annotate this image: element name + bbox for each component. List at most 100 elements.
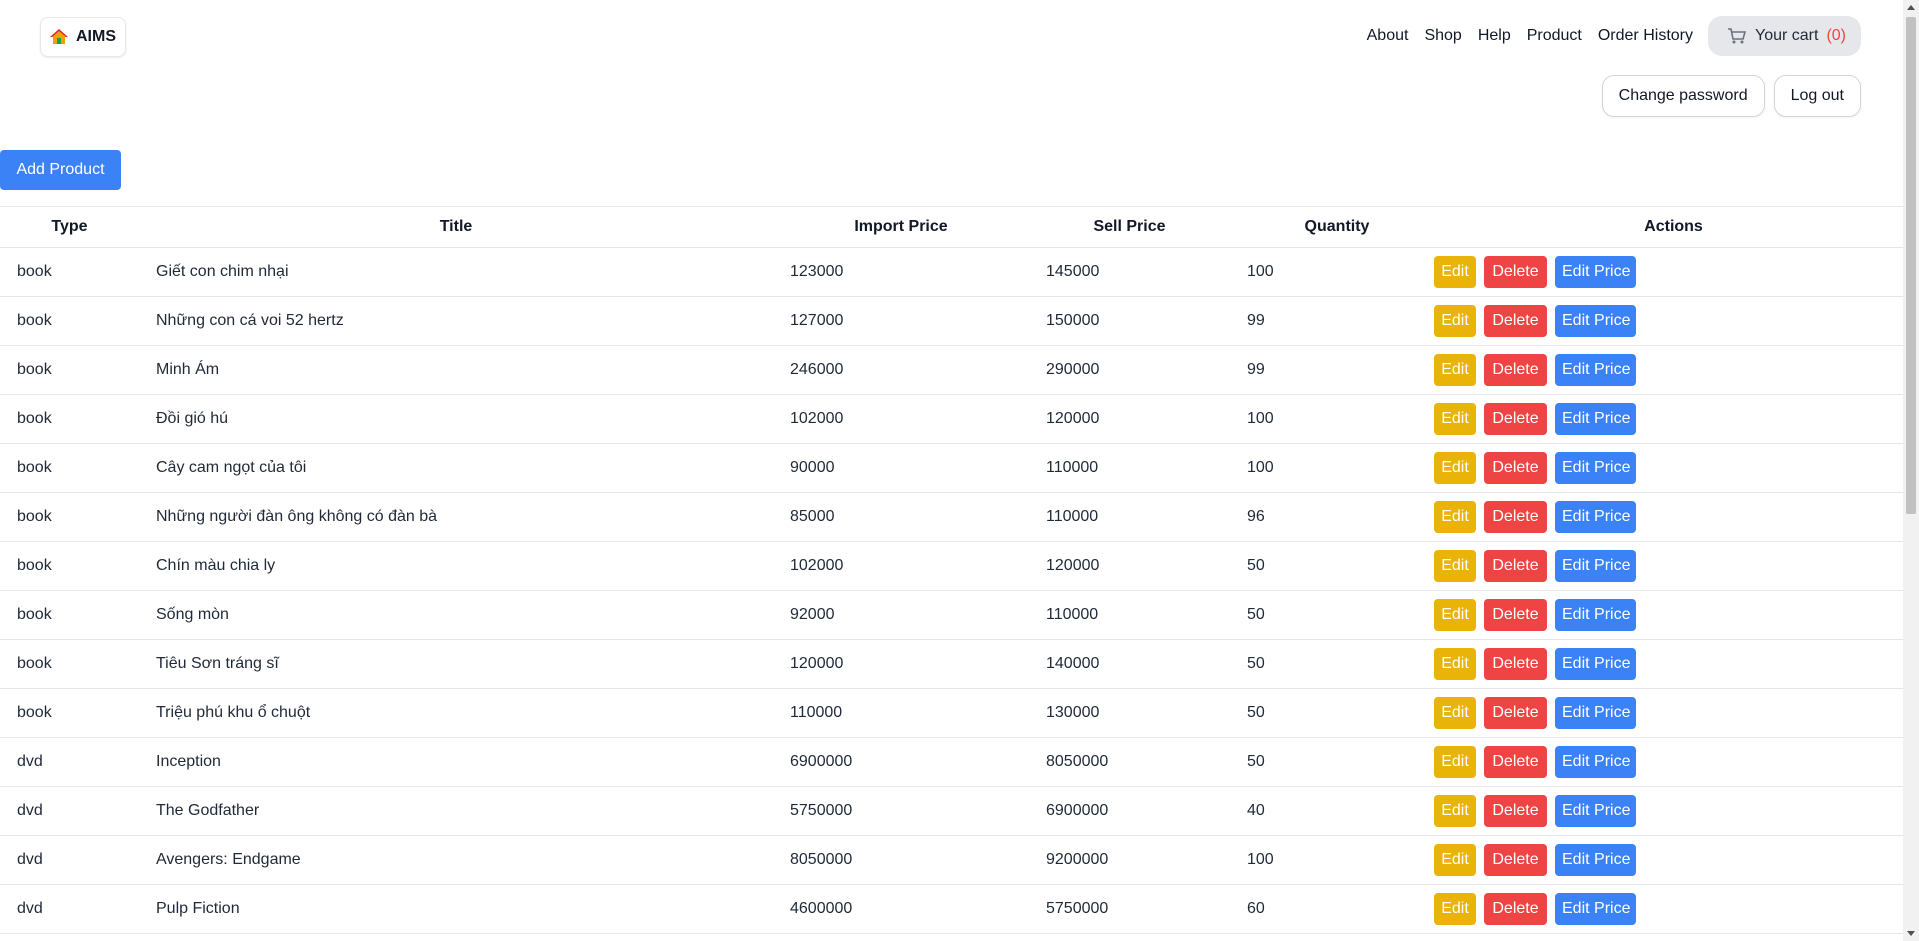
edit-button[interactable]: Edit — [1434, 501, 1476, 533]
cell-sell-price: 5750000 — [1029, 884, 1230, 934]
edit-button[interactable]: Edit — [1434, 403, 1476, 435]
cell-type: book — [0, 492, 139, 542]
nav-about[interactable]: About — [1367, 27, 1409, 45]
edit-button[interactable]: Edit — [1434, 844, 1476, 876]
edit-price-button[interactable]: Edit Price — [1555, 844, 1636, 876]
page-scrollbar[interactable] — [1903, 0, 1919, 941]
cell-actions: Edit Delete Edit Price — [1434, 443, 1903, 493]
product-table-container: Type Title Import Price Sell Price Quant… — [0, 206, 1903, 934]
row-actions: Edit Delete Edit Price — [1434, 403, 1903, 435]
page: AIMS About Shop Help Product Order Histo… — [0, 0, 1903, 941]
table-row: book Triệu phú khu ổ chuột 110000 130000 50 E… — [0, 688, 1903, 738]
delete-button[interactable]: Delete — [1484, 354, 1547, 386]
edit-button[interactable]: Edit — [1434, 795, 1476, 827]
edit-button[interactable]: Edit — [1434, 452, 1476, 484]
delete-button[interactable]: Delete — [1484, 501, 1547, 533]
row-actions: Edit Delete Edit Price — [1434, 746, 1903, 778]
cell-actions: Edit Delete Edit Price — [1434, 835, 1903, 885]
edit-price-button[interactable]: Edit Price — [1555, 795, 1636, 827]
table-row: book Những người đàn ông không có đàn bà 8… — [0, 492, 1903, 542]
account-actions: Change password Log out — [1601, 75, 1861, 117]
table-row: book Giết con chim nhại 123000 145000 100 Edi… — [0, 247, 1903, 297]
scroll-down-arrow[interactable] — [1907, 931, 1915, 936]
edit-button[interactable]: Edit — [1434, 746, 1476, 778]
edit-price-button[interactable]: Edit Price — [1555, 599, 1636, 631]
delete-button[interactable]: Delete — [1484, 746, 1547, 778]
home-logo-link[interactable]: AIMS — [40, 17, 126, 57]
cell-title: Pulp Fiction — [139, 884, 773, 934]
edit-price-button[interactable]: Edit Price — [1555, 256, 1636, 288]
scroll-thumb[interactable] — [1906, 17, 1916, 514]
cell-import-price: 246000 — [773, 345, 1029, 395]
delete-button[interactable]: Delete — [1484, 256, 1547, 288]
cell-sell-price: 290000 — [1029, 345, 1230, 395]
nav-shop[interactable]: Shop — [1424, 27, 1461, 45]
delete-button[interactable]: Delete — [1484, 452, 1547, 484]
scroll-up-arrow[interactable] — [1907, 5, 1915, 10]
cell-actions: Edit Delete Edit Price — [1434, 492, 1903, 542]
nav-help[interactable]: Help — [1478, 27, 1511, 45]
edit-button[interactable]: Edit — [1434, 354, 1476, 386]
nav-order-history[interactable]: Order History — [1598, 27, 1693, 45]
edit-price-button[interactable]: Edit Price — [1555, 697, 1636, 729]
table-header-row: Type Title Import Price Sell Price Quant… — [0, 206, 1903, 248]
delete-button[interactable]: Delete — [1484, 697, 1547, 729]
row-actions: Edit Delete Edit Price — [1434, 501, 1903, 533]
edit-button[interactable]: Edit — [1434, 599, 1476, 631]
header-type: Type — [0, 206, 139, 248]
cell-quantity: 100 — [1230, 247, 1444, 297]
delete-button[interactable]: Delete — [1484, 648, 1547, 680]
delete-button[interactable]: Delete — [1484, 403, 1547, 435]
cell-type: dvd — [0, 786, 139, 836]
add-product-button[interactable]: Add Product — [0, 150, 121, 190]
cell-quantity: 50 — [1230, 590, 1444, 640]
edit-price-button[interactable]: Edit Price — [1555, 648, 1636, 680]
cell-import-price: 123000 — [773, 247, 1029, 297]
cell-title: Sống mòn — [139, 590, 773, 640]
cell-type: book — [0, 541, 139, 591]
edit-button[interactable]: Edit — [1434, 305, 1476, 337]
cell-type: dvd — [0, 835, 139, 885]
cell-title: Cây cam ngọt của tôi — [139, 443, 773, 493]
edit-price-button[interactable]: Edit Price — [1555, 354, 1636, 386]
edit-button[interactable]: Edit — [1434, 648, 1476, 680]
change-password-button[interactable]: Change password — [1601, 75, 1765, 117]
logout-button[interactable]: Log out — [1773, 75, 1861, 117]
cart-button[interactable]: Your cart (0) — [1707, 16, 1861, 56]
cell-actions: Edit Delete Edit Price — [1434, 737, 1903, 787]
delete-button[interactable]: Delete — [1484, 599, 1547, 631]
edit-price-button[interactable]: Edit Price — [1555, 305, 1636, 337]
cell-import-price: 4600000 — [773, 884, 1029, 934]
cell-sell-price: 110000 — [1029, 590, 1230, 640]
edit-price-button[interactable]: Edit Price — [1555, 893, 1636, 925]
row-actions: Edit Delete Edit Price — [1434, 256, 1903, 288]
delete-button[interactable]: Delete — [1484, 305, 1547, 337]
cell-actions: Edit Delete Edit Price — [1434, 884, 1903, 934]
delete-button[interactable]: Delete — [1484, 893, 1547, 925]
delete-button[interactable]: Delete — [1484, 550, 1547, 582]
edit-price-button[interactable]: Edit Price — [1555, 746, 1636, 778]
edit-price-button[interactable]: Edit Price — [1555, 550, 1636, 582]
edit-button[interactable]: Edit — [1434, 256, 1476, 288]
cell-title: Triệu phú khu ổ chuột — [139, 688, 773, 738]
row-actions: Edit Delete Edit Price — [1434, 305, 1903, 337]
row-actions: Edit Delete Edit Price — [1434, 893, 1903, 925]
edit-price-button[interactable]: Edit Price — [1555, 403, 1636, 435]
header-actions: Actions — [1444, 206, 1903, 248]
edit-button[interactable]: Edit — [1434, 550, 1476, 582]
cell-sell-price: 145000 — [1029, 247, 1230, 297]
delete-button[interactable]: Delete — [1484, 795, 1547, 827]
cart-label: Your cart — [1754, 27, 1819, 44]
top-nav: About Shop Help Product Order History Yo… — [1351, 16, 1861, 56]
table-body: book Giết con chim nhại 123000 145000 100 Edi… — [0, 247, 1903, 934]
edit-button[interactable]: Edit — [1434, 697, 1476, 729]
cell-quantity: 100 — [1230, 835, 1444, 885]
delete-button[interactable]: Delete — [1484, 844, 1547, 876]
edit-button[interactable]: Edit — [1434, 893, 1476, 925]
edit-price-button[interactable]: Edit Price — [1555, 501, 1636, 533]
cell-actions: Edit Delete Edit Price — [1434, 786, 1903, 836]
cell-import-price: 120000 — [773, 639, 1029, 689]
edit-price-button[interactable]: Edit Price — [1555, 452, 1636, 484]
nav-product[interactable]: Product — [1527, 27, 1582, 45]
header-title: Title — [139, 206, 773, 248]
